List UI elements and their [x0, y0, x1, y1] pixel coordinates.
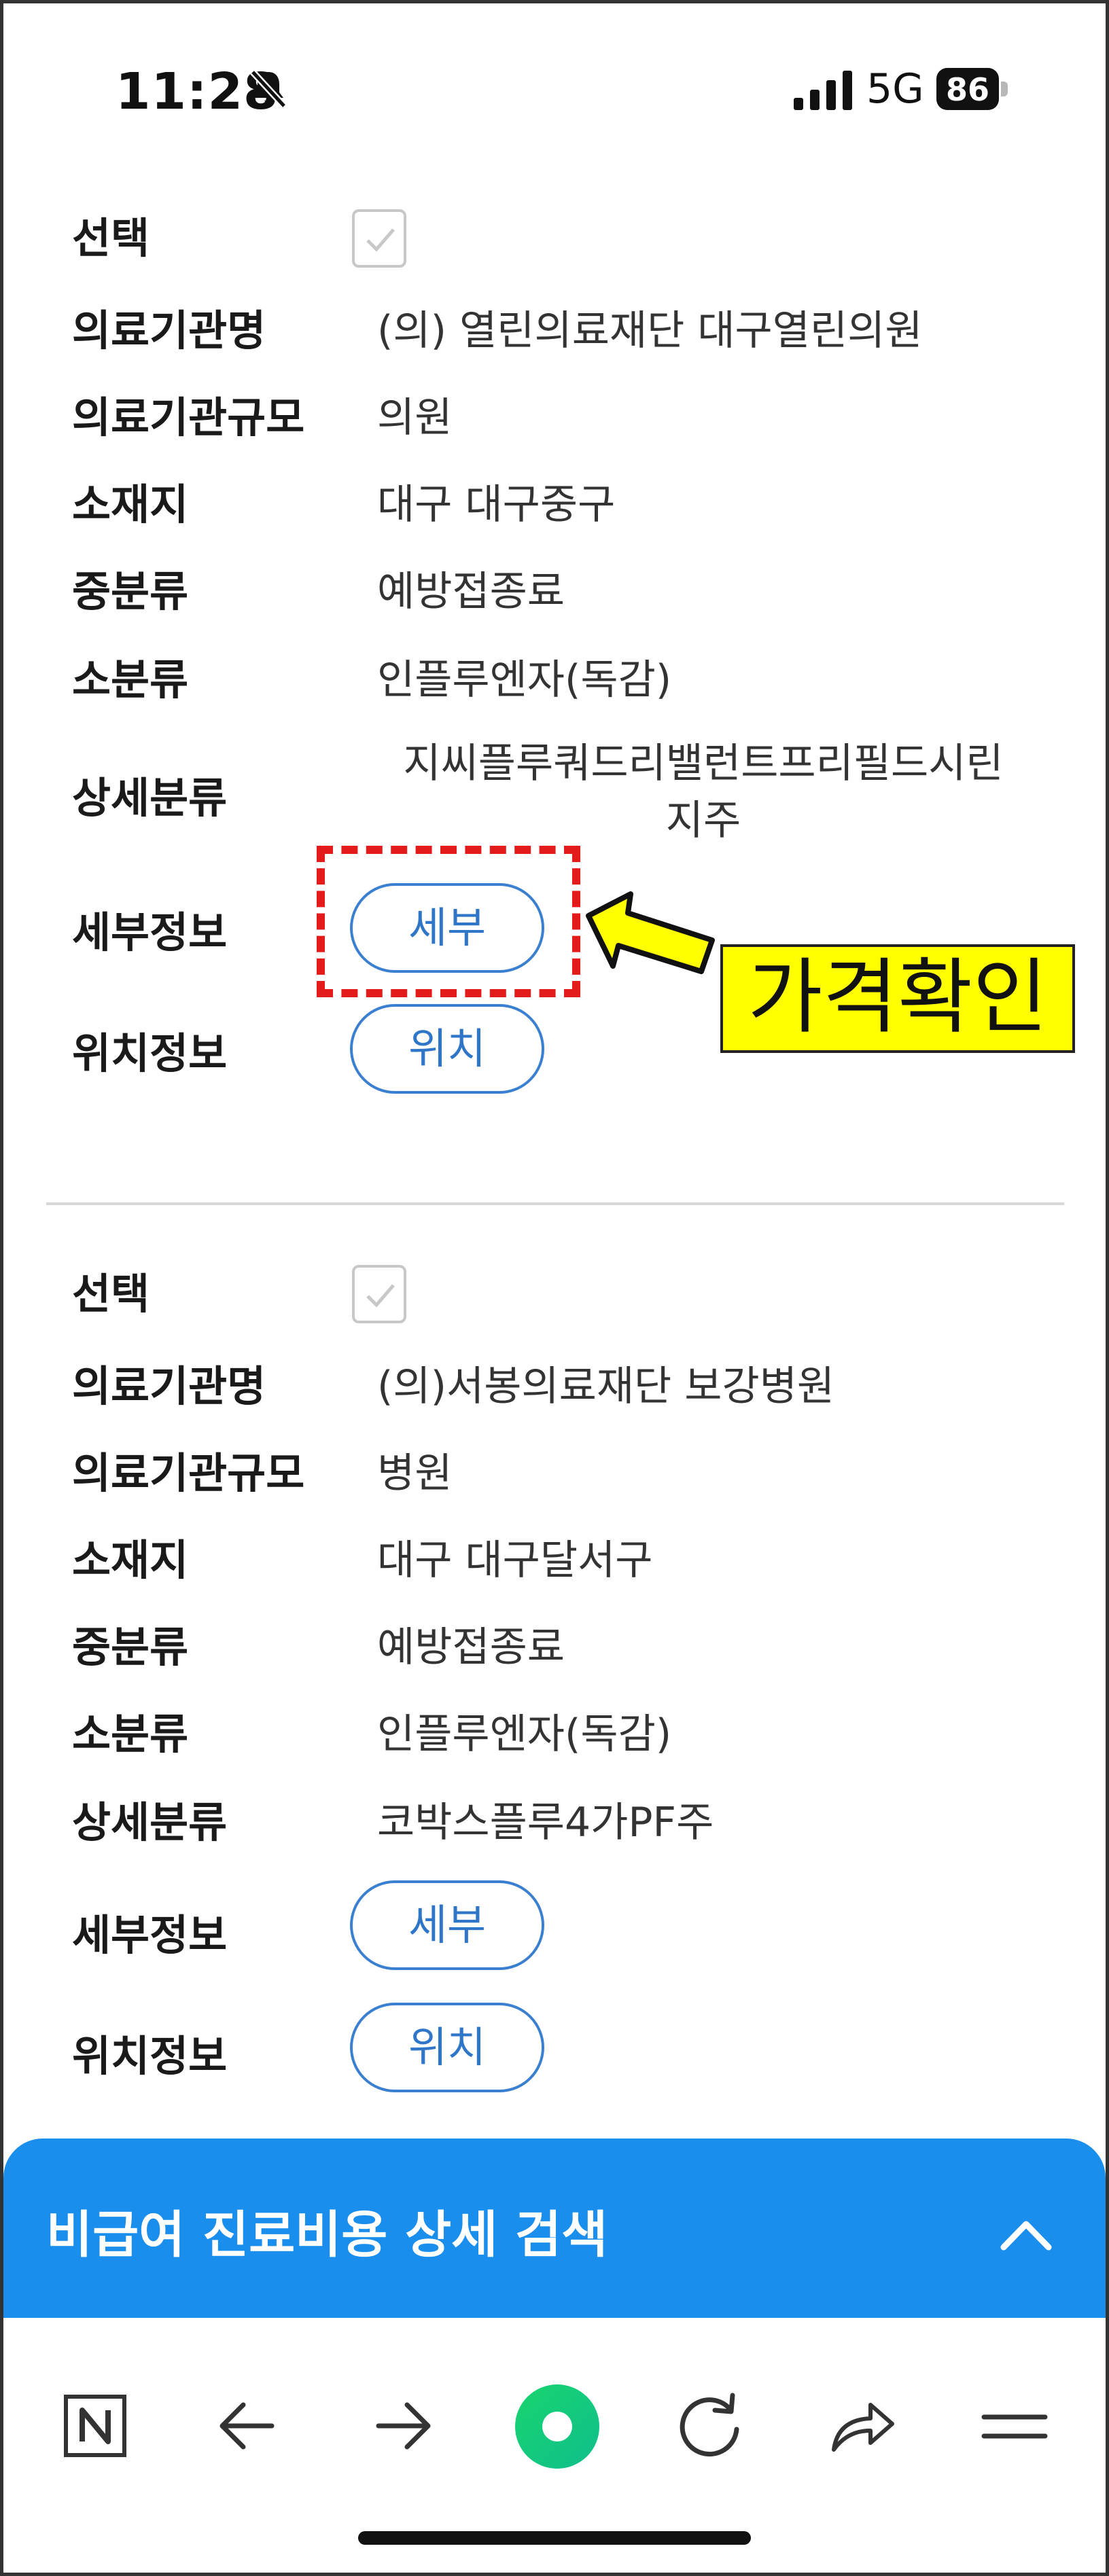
field-value: 인플루엔자(독감) [377, 656, 672, 704]
field-value: (의) 열린의료재단 대구열린의원 [377, 307, 923, 355]
signal-icon [794, 71, 852, 110]
field-label: 의료기관규모 [72, 1448, 305, 1498]
check-icon [366, 228, 395, 252]
field-label: 중분류 [72, 567, 189, 616]
forward-arrow-icon[interactable] [358, 2382, 446, 2470]
select-label: 선택 [72, 1269, 150, 1319]
search-panel-title: 비급여 진료비용 상세 검색 [46, 2206, 608, 2264]
detail-info-label: 세부정보 [72, 908, 228, 957]
select-label: 선택 [72, 213, 150, 263]
back-arrow-icon[interactable] [204, 2382, 292, 2470]
detail-class-value: 지씨플루쿼드리밸런트프리필드시린 지주 [377, 735, 1029, 849]
field-label: 의료기관명 [72, 306, 266, 355]
select-checkbox[interactable] [352, 1265, 406, 1323]
field-label: 소분류 [72, 655, 189, 704]
check-icon [366, 1284, 395, 1308]
detail-button[interactable]: 세부 [350, 1880, 544, 1970]
arrow-annotation-icon [586, 891, 715, 974]
reload-icon[interactable] [665, 2382, 753, 2470]
battery-level: 86 [945, 71, 989, 108]
field-label: 의료기관명 [72, 1361, 266, 1411]
search-panel-header[interactable]: 비급여 진료비용 상세 검색 [3, 2139, 1106, 2334]
naver-home-icon[interactable] [51, 2382, 139, 2470]
field-value: 대구 대구달서구 [377, 1537, 653, 1584]
detail-info-label: 세부정보 [72, 1910, 228, 1960]
record-divider [46, 1202, 1064, 1205]
location-info-label: 위치정보 [72, 1028, 228, 1078]
location-info-label: 위치정보 [72, 2031, 228, 2081]
field-label: 상세분류 [72, 1797, 228, 1847]
field-label: 의료기관규모 [72, 393, 305, 442]
silent-bell-icon [250, 69, 287, 109]
field-value: 병원 [377, 1450, 453, 1497]
field-value: 의원 [377, 394, 453, 442]
field-value: 코박스플루4가PF주 [377, 1799, 714, 1846]
field-value: 인플루엔자(독감) [377, 1711, 672, 1758]
highlight-box [317, 846, 580, 997]
field-value: 예방접종료 [377, 1624, 565, 1671]
green-dot-icon[interactable] [510, 2379, 605, 2474]
field-value: 예방접종료 [377, 568, 565, 615]
field-label: 소재지 [72, 480, 189, 529]
field-value: 대구 대구중구 [377, 481, 616, 529]
detail-class-label: 상세분류 [72, 773, 228, 823]
battery-icon: 86 [936, 68, 1008, 110]
price-check-callout: 가격확인 [720, 944, 1075, 1053]
chevron-up-icon[interactable] [996, 2204, 1057, 2265]
share-icon[interactable] [817, 2382, 906, 2470]
field-label: 소분류 [72, 1709, 189, 1759]
menu-icon[interactable] [970, 2382, 1059, 2470]
location-button[interactable]: 위치 [350, 1004, 544, 1094]
detail-class-line2: 지주 [665, 797, 741, 844]
detail-class-line1: 지씨플루쿼드리밸런트프리필드시린 [403, 740, 1004, 787]
field-label: 중분류 [72, 1622, 189, 1672]
field-label: 소재지 [72, 1535, 189, 1585]
select-checkbox[interactable] [352, 209, 406, 268]
home-indicator [358, 2531, 751, 2545]
network-label: 5G [866, 65, 924, 113]
location-button[interactable]: 위치 [350, 2003, 544, 2092]
field-value: (의)서봉의료재단 보강병원 [377, 1363, 835, 1410]
